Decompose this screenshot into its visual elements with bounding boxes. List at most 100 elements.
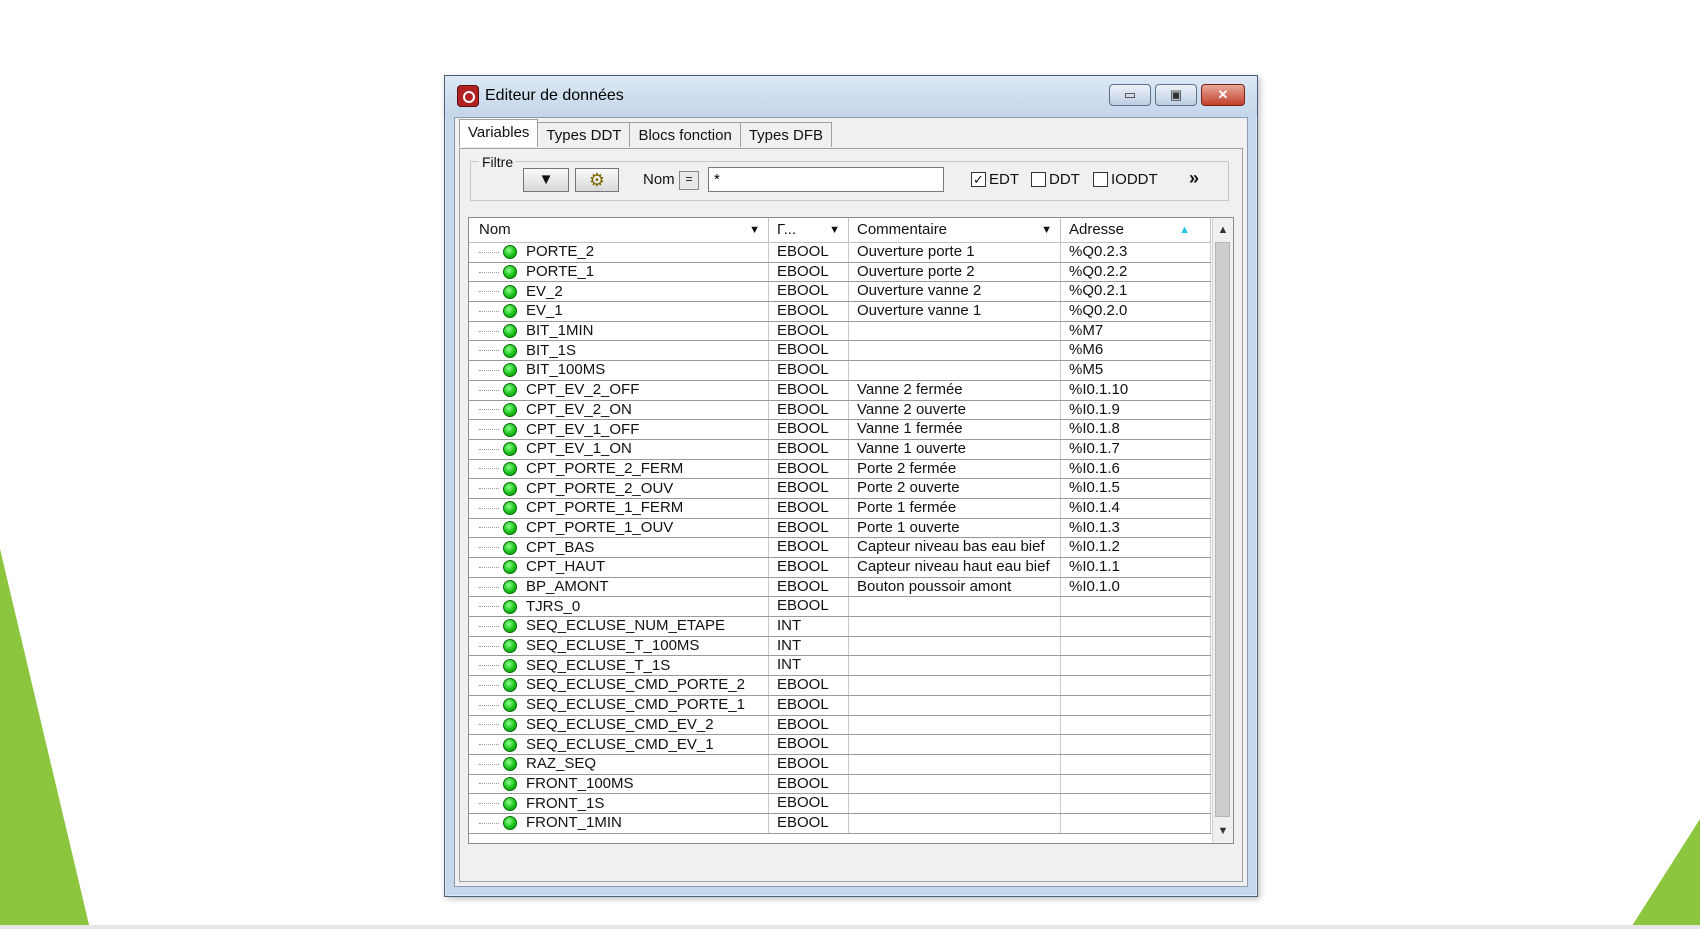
table-row[interactable]: SEQ_ECLUSE_CMD_EV_2 EBOOL: [469, 715, 1211, 736]
table-row[interactable]: SEQ_ECLUSE_NUM_ETAPE INT: [469, 617, 1211, 637]
comment-cell[interactable]: [849, 754, 1061, 774]
table-row[interactable]: SEQ_ECLUSE_CMD_PORTE_2 EBOOL: [469, 676, 1211, 696]
address-cell[interactable]: %I0.1.9: [1061, 400, 1211, 420]
address-cell[interactable]: [1061, 754, 1211, 774]
type-cell[interactable]: EBOOL: [769, 498, 849, 518]
filter-settings-button[interactable]: ⚙: [575, 168, 619, 192]
name-cell[interactable]: CPT_PORTE_1_OUV: [469, 518, 769, 538]
address-cell[interactable]: [1061, 813, 1211, 833]
table-row[interactable]: BIT_100MS EBOOL %M5: [469, 361, 1211, 381]
name-cell[interactable]: EV_2: [469, 282, 769, 302]
type-cell[interactable]: EBOOL: [769, 302, 849, 321]
table-row[interactable]: BIT_1MIN EBOOL %M7: [469, 321, 1211, 342]
type-cell[interactable]: EBOOL: [769, 321, 849, 341]
address-cell[interactable]: [1061, 774, 1211, 794]
dropdown-arrow-icon[interactable]: ▼: [749, 218, 760, 242]
name-cell[interactable]: BIT_1S: [469, 341, 769, 361]
type-cell[interactable]: EBOOL: [769, 754, 849, 774]
name-cell[interactable]: CPT_PORTE_1_FERM: [469, 498, 769, 518]
name-cell[interactable]: FRONT_100MS: [469, 774, 769, 794]
address-cell[interactable]: %Q0.2.1: [1061, 282, 1211, 302]
type-cell[interactable]: EBOOL: [769, 439, 849, 459]
comment-cell[interactable]: Capteur niveau bas eau bief: [849, 538, 1061, 557]
table-row[interactable]: EV_1 EBOOL Ouverture vanne 1 %Q0.2.0: [469, 302, 1211, 322]
scroll-down-icon[interactable]: ▼: [1213, 822, 1233, 840]
address-cell[interactable]: [1061, 656, 1211, 676]
type-cell[interactable]: EBOOL: [769, 558, 849, 577]
comment-cell[interactable]: [849, 636, 1061, 656]
address-cell[interactable]: [1061, 794, 1211, 813]
address-cell[interactable]: [1061, 597, 1211, 617]
comment-cell[interactable]: [849, 597, 1061, 617]
vertical-scrollbar[interactable]: ▲ ▼: [1212, 218, 1233, 843]
table-row[interactable]: CPT_PORTE_2_FERM EBOOL Porte 2 fermée %I0.1…: [469, 459, 1211, 480]
table-row[interactable]: TJRS_0 EBOOL: [469, 597, 1211, 618]
table-row[interactable]: CPT_PORTE_1_FERM EBOOL Porte 1 fermée %I0.1…: [469, 498, 1211, 519]
table-row[interactable]: CPT_EV_1_ON EBOOL Vanne 1 ouverte %I0.1.7: [469, 439, 1211, 460]
table-row[interactable]: CPT_EV_2_ON EBOOL Vanne 2 ouverte %I0.1.9: [469, 400, 1211, 421]
name-cell[interactable]: SEQ_ECLUSE_T_1S: [469, 656, 769, 676]
type-cell[interactable]: EBOOL: [769, 361, 849, 380]
comment-cell[interactable]: [849, 341, 1061, 361]
column-header-name[interactable]: Nom ▼: [469, 218, 769, 242]
address-cell[interactable]: [1061, 676, 1211, 695]
comment-cell[interactable]: Porte 1 ouverte: [849, 518, 1061, 538]
type-cell[interactable]: EBOOL: [769, 735, 849, 754]
ioddt-checkbox[interactable]: IODDT: [1093, 171, 1158, 188]
comment-cell[interactable]: [849, 617, 1061, 636]
ddt-checkbox[interactable]: DDT: [1031, 171, 1080, 188]
comment-cell[interactable]: Ouverture porte 2: [849, 262, 1061, 282]
address-cell[interactable]: [1061, 715, 1211, 735]
type-cell[interactable]: EBOOL: [769, 420, 849, 439]
type-cell[interactable]: INT: [769, 617, 849, 636]
type-cell[interactable]: EBOOL: [769, 459, 849, 479]
table-row[interactable]: BP_AMONT EBOOL Bouton poussoir amont %I0.1.…: [469, 577, 1211, 598]
expand-more-button[interactable]: »: [1189, 168, 1199, 189]
comment-cell[interactable]: Vanne 1 fermée: [849, 420, 1061, 439]
name-cell[interactable]: CPT_EV_2_OFF: [469, 380, 769, 400]
address-cell[interactable]: %M5: [1061, 361, 1211, 380]
name-cell[interactable]: SEQ_ECLUSE_T_100MS: [469, 636, 769, 656]
table-row[interactable]: CPT_EV_1_OFF EBOOL Vanne 1 fermée %I0.1.8: [469, 420, 1211, 440]
address-cell[interactable]: %I0.1.7: [1061, 439, 1211, 459]
comment-cell[interactable]: [849, 735, 1061, 754]
table-row[interactable]: PORTE_1 EBOOL Ouverture porte 2 %Q0.2.2: [469, 262, 1211, 283]
comment-cell[interactable]: [849, 774, 1061, 794]
tab-types-dfb[interactable]: Types DFB: [739, 122, 833, 147]
comment-cell[interactable]: Vanne 2 fermée: [849, 380, 1061, 400]
name-cell[interactable]: SEQ_ECLUSE_CMD_EV_2: [469, 715, 769, 735]
name-cell[interactable]: FRONT_1MIN: [469, 813, 769, 833]
table-row[interactable]: SEQ_ECLUSE_T_100MS INT: [469, 636, 1211, 657]
comment-cell[interactable]: [849, 695, 1061, 715]
address-cell[interactable]: %I0.1.0: [1061, 577, 1211, 597]
address-cell[interactable]: [1061, 636, 1211, 656]
type-cell[interactable]: EBOOL: [769, 538, 849, 557]
table-row[interactable]: CPT_EV_2_OFF EBOOL Vanne 2 fermée %I0.1.10: [469, 380, 1211, 401]
name-cell[interactable]: CPT_EV_2_ON: [469, 400, 769, 420]
name-cell[interactable]: FRONT_1S: [469, 794, 769, 813]
comment-cell[interactable]: Ouverture vanne 2: [849, 282, 1061, 302]
address-cell[interactable]: %M6: [1061, 341, 1211, 361]
scroll-up-icon[interactable]: ▲: [1213, 221, 1233, 239]
maximize-button[interactable]: ▣: [1155, 84, 1197, 106]
name-cell[interactable]: CPT_EV_1_ON: [469, 439, 769, 459]
dropdown-arrow-icon[interactable]: ▼: [829, 218, 840, 242]
address-cell[interactable]: %I0.1.1: [1061, 558, 1211, 577]
type-cell[interactable]: INT: [769, 636, 849, 656]
type-cell[interactable]: EBOOL: [769, 400, 849, 420]
name-cell[interactable]: SEQ_ECLUSE_CMD_EV_1: [469, 735, 769, 754]
tab-blocs-fonction[interactable]: Blocs fonction: [629, 122, 741, 147]
operator-button[interactable]: =: [679, 171, 699, 190]
table-row[interactable]: FRONT_100MS EBOOL: [469, 774, 1211, 795]
name-cell[interactable]: BIT_100MS: [469, 361, 769, 380]
name-cell[interactable]: RAZ_SEQ: [469, 754, 769, 774]
name-cell[interactable]: TJRS_0: [469, 597, 769, 617]
comment-cell[interactable]: [849, 676, 1061, 695]
name-filter-input[interactable]: [708, 167, 944, 192]
comment-cell[interactable]: Vanne 2 ouverte: [849, 400, 1061, 420]
comment-cell[interactable]: Porte 2 fermée: [849, 459, 1061, 479]
address-cell[interactable]: %Q0.2.0: [1061, 302, 1211, 321]
name-cell[interactable]: SEQ_ECLUSE_NUM_ETAPE: [469, 617, 769, 636]
name-cell[interactable]: CPT_PORTE_2_FERM: [469, 459, 769, 479]
table-row[interactable]: EV_2 EBOOL Ouverture vanne 2 %Q0.2.1: [469, 282, 1211, 303]
